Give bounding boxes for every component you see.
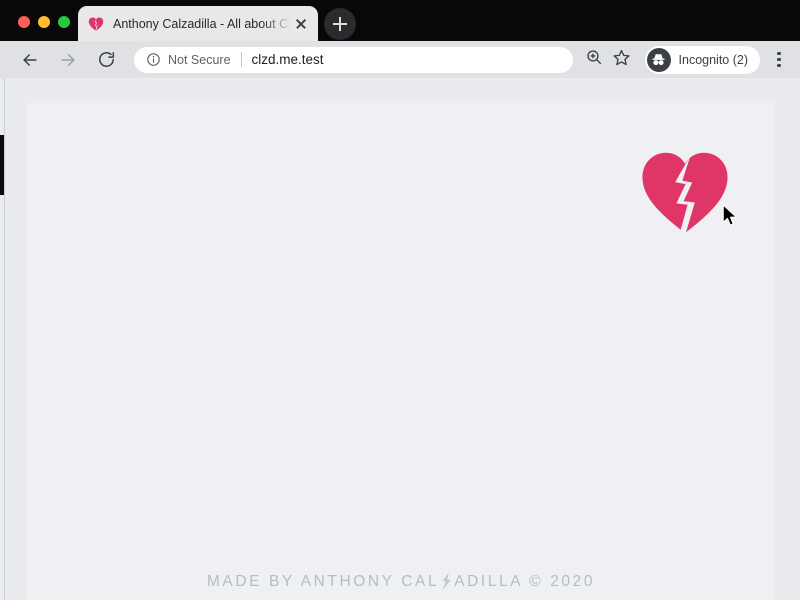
star-icon bbox=[612, 48, 631, 72]
forward-button[interactable] bbox=[54, 46, 82, 74]
window-controls bbox=[18, 16, 70, 28]
menu-dot bbox=[777, 51, 781, 55]
page-viewport: MADE BY ANTHONY CAL ADILLA © 2020 bbox=[0, 78, 800, 600]
incognito-indicator[interactable]: Incognito (2) bbox=[644, 45, 760, 74]
reload-button[interactable] bbox=[92, 46, 120, 74]
new-tab-button[interactable] bbox=[324, 8, 356, 40]
window-close-button[interactable] bbox=[18, 16, 30, 28]
lightning-bolt-icon bbox=[440, 572, 453, 591]
menu-dot bbox=[777, 64, 781, 68]
omnibox-divider bbox=[240, 52, 242, 67]
browser-tab-title: Anthony Calzadilla - All about CSS bbox=[113, 17, 290, 31]
broken-heart-logo-icon[interactable] bbox=[635, 145, 735, 237]
browser-toolbar: Not Secure clzd.me.test Incognito (2) bbox=[0, 41, 800, 78]
chrome-menu-button[interactable] bbox=[766, 46, 792, 74]
browser-window: Anthony Calzadilla - All about CSS Not S… bbox=[0, 0, 800, 600]
security-status-text: Not Secure bbox=[168, 52, 231, 67]
search-page-button[interactable] bbox=[581, 47, 607, 73]
url-text[interactable]: clzd.me.test bbox=[252, 52, 563, 67]
arrow-right-icon bbox=[58, 50, 78, 70]
browser-tab-active[interactable]: Anthony Calzadilla - All about CSS bbox=[78, 6, 318, 42]
menu-dot bbox=[777, 57, 781, 62]
footer-text-before: MADE BY ANTHONY CAL bbox=[206, 572, 440, 590]
arrow-left-icon bbox=[20, 50, 40, 70]
incognito-label: Incognito (2) bbox=[678, 52, 748, 67]
broken-heart-favicon-icon bbox=[88, 16, 104, 32]
address-bar[interactable]: Not Secure clzd.me.test bbox=[134, 46, 573, 73]
info-circle-icon[interactable] bbox=[146, 52, 161, 67]
footer-text-after: ADILLA © 2020 bbox=[454, 572, 596, 590]
page-content-card: MADE BY ANTHONY CAL ADILLA © 2020 bbox=[27, 103, 775, 600]
incognito-avatar-icon bbox=[646, 47, 671, 72]
window-maximize-button[interactable] bbox=[58, 16, 70, 28]
search-icon bbox=[585, 48, 603, 71]
viewport-left-border bbox=[4, 78, 5, 600]
close-icon[interactable] bbox=[292, 15, 310, 33]
site-footer: MADE BY ANTHONY CAL ADILLA © 2020 bbox=[27, 572, 775, 591]
bookmark-button[interactable] bbox=[609, 47, 635, 73]
window-minimize-button[interactable] bbox=[38, 16, 50, 28]
reload-icon bbox=[97, 50, 116, 69]
tab-strip: Anthony Calzadilla - All about CSS bbox=[0, 0, 800, 42]
back-button[interactable] bbox=[16, 46, 44, 74]
